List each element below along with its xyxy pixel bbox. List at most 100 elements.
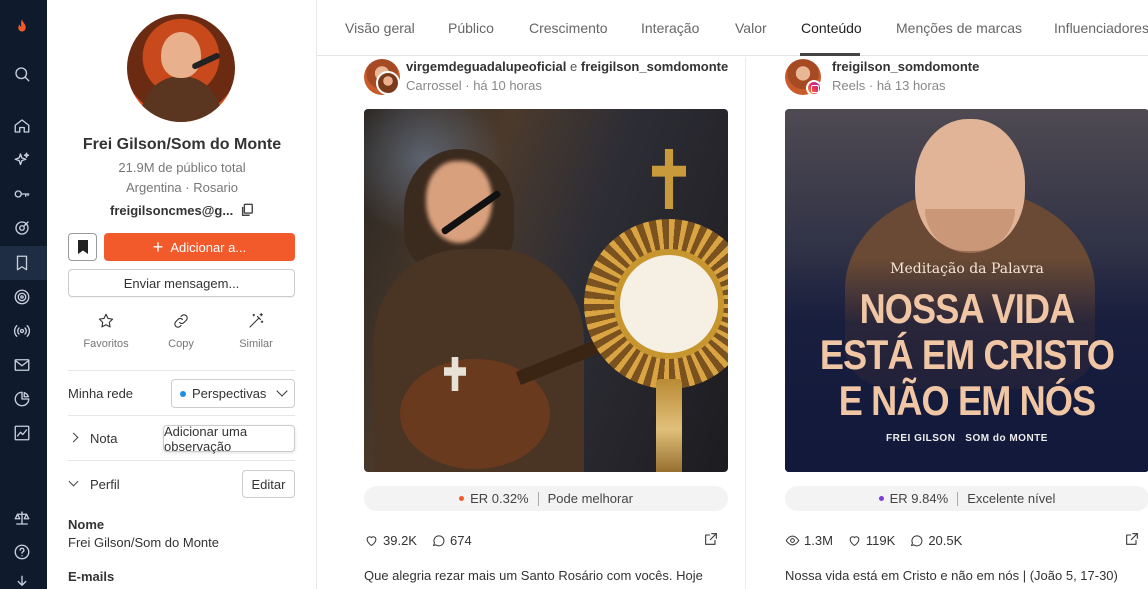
comments-count: 674 xyxy=(449,532,472,548)
tab-influencers[interactable]: Influenciadores xyxy=(1054,20,1148,36)
chevron-down-icon[interactable] xyxy=(68,476,79,487)
views-stat: 1.3M xyxy=(785,533,833,548)
instagram-icon xyxy=(806,80,822,96)
tab-content[interactable]: Conteúdo xyxy=(801,20,862,36)
post-card[interactable]: freigilson_somdomonte Reels · há 13 hora… xyxy=(785,57,1148,589)
flame-logo-icon[interactable] xyxy=(11,16,33,38)
content-area: virgemdeguadalupeoficial e freigilson_so… xyxy=(317,57,1148,589)
er-separator xyxy=(537,491,539,506)
post-image[interactable]: Meditação da Palavra NOSSA VIDA ESTÁ EM … xyxy=(785,109,1148,472)
scale-icon[interactable] xyxy=(11,507,33,529)
image-signature: FREI GILSON SOM do MONTE xyxy=(785,433,1148,444)
heart-icon xyxy=(849,535,860,546)
mail-icon[interactable] xyxy=(11,354,33,376)
tab-value[interactable]: Valor xyxy=(735,20,767,36)
tab-brand-mentions[interactable]: Menções de marcas xyxy=(896,20,1022,36)
image-signature-brand: SOM do MONTE xyxy=(965,433,1048,444)
avatar-robe xyxy=(141,76,221,122)
similar-label: Similar xyxy=(239,338,273,350)
broadcast-icon[interactable] xyxy=(11,320,33,342)
comments-count: 20.5K xyxy=(928,532,963,548)
image-brand-text: Meditação da Palavra xyxy=(890,261,1044,277)
divider xyxy=(68,415,295,416)
er-value: ER 9.84% xyxy=(889,491,949,506)
download-icon[interactable] xyxy=(11,572,33,589)
post-authors: virgemdeguadalupeoficial e freigilson_so… xyxy=(406,59,728,74)
help-icon[interactable] xyxy=(11,541,33,563)
field-label-emails: E-mails xyxy=(68,569,115,584)
home-icon[interactable] xyxy=(11,115,33,137)
post-type: Reels xyxy=(832,78,866,93)
tab-overview[interactable]: Visão geral xyxy=(345,20,415,36)
likes-stat: 119K xyxy=(847,533,895,548)
divider xyxy=(68,370,295,371)
image-headline-2: ESTÁ EM CRISTO xyxy=(819,331,1115,378)
post-image[interactable] xyxy=(364,109,728,472)
search-icon[interactable] xyxy=(11,63,33,85)
external-link-icon[interactable] xyxy=(703,531,719,547)
post-caption: Nossa vida está em Cristo e não em nós |… xyxy=(785,568,1118,583)
similar-action[interactable]: Similar xyxy=(221,312,291,350)
engagement-rate-pill: ER 9.84% Excelente nível xyxy=(785,486,1148,511)
trend-chart-icon[interactable] xyxy=(11,422,33,444)
author-name[interactable]: virgemdeguadalupeoficial xyxy=(406,59,566,74)
copy-label: Copy xyxy=(168,338,194,350)
bookmark-icon[interactable] xyxy=(11,252,33,274)
edit-button[interactable]: Editar xyxy=(242,470,295,498)
bookmark-button[interactable] xyxy=(68,233,97,261)
post-caption: Que alegria rezar mais um Santo Rosário … xyxy=(364,568,703,583)
external-link-icon[interactable] xyxy=(1124,531,1140,547)
coauthor-name[interactable]: freigilson_somdomonte xyxy=(581,59,728,74)
chevron-right-icon[interactable] xyxy=(68,432,79,443)
er-separator xyxy=(957,491,959,506)
favorites-label: Favoritos xyxy=(83,338,129,350)
post-stats: 1.3M 119K 20.5K xyxy=(785,531,962,549)
favorites-action[interactable]: Favoritos xyxy=(71,312,141,350)
post-meta: Carrossel · há 10 horas xyxy=(406,78,542,93)
network-dot xyxy=(180,390,186,397)
post-meta: Reels · há 13 horas xyxy=(832,78,946,93)
post-card[interactable]: virgemdeguadalupeoficial e freigilson_so… xyxy=(364,57,728,589)
er-rating: Pode melhorar xyxy=(547,491,633,506)
tab-growth[interactable]: Crescimento xyxy=(529,20,608,36)
tab-engagement[interactable]: Interação xyxy=(641,20,699,36)
comment-icon xyxy=(911,534,923,546)
key-icon[interactable] xyxy=(11,183,33,205)
star-icon xyxy=(98,313,114,328)
heart-icon xyxy=(366,535,377,546)
profile-name: Frei Gilson/Som do Monte xyxy=(82,136,282,153)
magic-wand-icon xyxy=(249,312,264,328)
eye-icon xyxy=(785,535,800,545)
field-label-name: Nome xyxy=(68,517,105,532)
add-to-list-button[interactable]: + Adicionar a... xyxy=(104,233,295,261)
icon-rail xyxy=(0,0,47,589)
author-connector: e xyxy=(570,59,578,74)
profile-panel: Frei Gilson/Som do Monte 21.9M de públic… xyxy=(47,0,317,589)
column-divider xyxy=(745,57,746,589)
er-status-dot xyxy=(878,496,884,501)
coauthor-avatar[interactable] xyxy=(376,71,400,95)
profile-email: freigilsoncmes@g... xyxy=(110,203,234,218)
network-label: Minha rede xyxy=(68,386,134,401)
pie-chart-icon[interactable] xyxy=(11,388,33,410)
chevron-down-icon xyxy=(276,385,288,397)
notes-label[interactable]: Nota xyxy=(90,431,117,446)
divider xyxy=(68,460,295,461)
network-select[interactable]: Perspectivas xyxy=(171,379,295,408)
copy-icon[interactable] xyxy=(240,203,254,217)
perfil-section-label[interactable]: Perfil xyxy=(90,477,120,492)
er-value: ER 0.32% xyxy=(470,491,529,506)
post-stats: 39.2K 674 xyxy=(364,531,472,549)
send-message-button[interactable]: Enviar mensagem... xyxy=(68,269,295,297)
tab-audience[interactable]: Público xyxy=(448,20,494,36)
copy-action[interactable]: Copy xyxy=(146,312,216,350)
post-time: há 10 horas xyxy=(473,78,542,93)
author-name[interactable]: freigilson_somdomonte xyxy=(832,59,979,74)
radar-icon[interactable] xyxy=(11,286,33,308)
sparkles-icon[interactable] xyxy=(11,149,33,171)
bookmark-filled-icon xyxy=(77,240,88,254)
comment-icon xyxy=(432,534,445,546)
avatar xyxy=(127,14,235,122)
target-check-icon[interactable] xyxy=(11,217,33,239)
monstrance-cross xyxy=(652,149,686,209)
